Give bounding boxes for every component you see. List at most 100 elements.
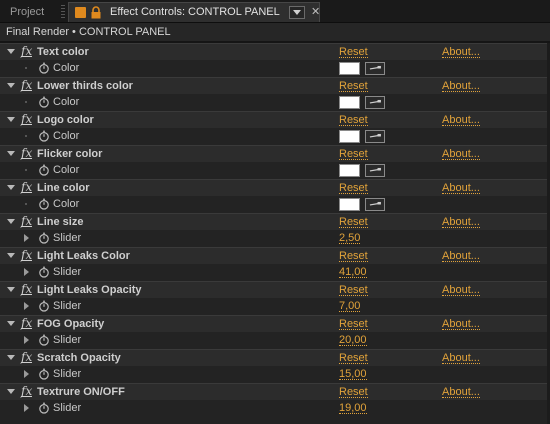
stopwatch-icon[interactable] — [38, 300, 50, 312]
effect-row[interactable]: fx Line color Reset About... — [0, 179, 550, 196]
fx-toggle-icon[interactable]: fx — [21, 146, 33, 161]
property-row[interactable]: Color — [0, 196, 550, 213]
stopwatch-icon[interactable] — [38, 368, 50, 380]
fx-toggle-icon[interactable]: fx — [21, 384, 33, 399]
color-swatch[interactable] — [339, 62, 360, 75]
reset-link[interactable]: Reset — [339, 316, 368, 330]
reset-link[interactable]: Reset — [339, 112, 368, 126]
about-link[interactable]: About... — [442, 384, 480, 398]
reset-link[interactable]: Reset — [339, 248, 368, 262]
about-link[interactable]: About... — [442, 214, 480, 228]
twirl-right-icon[interactable] — [24, 268, 29, 276]
reset-link[interactable]: Reset — [339, 78, 368, 92]
property-row[interactable]: Color — [0, 94, 550, 111]
twirl-down-icon[interactable] — [7, 219, 15, 224]
about-link[interactable]: About... — [442, 180, 480, 194]
stopwatch-icon[interactable] — [38, 130, 50, 142]
fx-toggle-icon[interactable]: fx — [21, 282, 33, 297]
about-link[interactable]: About... — [442, 316, 480, 330]
stopwatch-icon[interactable] — [38, 402, 50, 414]
reset-link[interactable]: Reset — [339, 180, 368, 194]
about-link[interactable]: About... — [442, 44, 480, 58]
fx-toggle-icon[interactable]: fx — [21, 112, 33, 127]
about-link[interactable]: About... — [442, 146, 480, 160]
lock-icon[interactable] — [90, 6, 102, 19]
twirl-down-icon[interactable] — [7, 253, 15, 258]
reset-link[interactable]: Reset — [339, 384, 368, 398]
stopwatch-icon[interactable] — [38, 266, 50, 278]
effect-row[interactable]: fx Line size Reset About... — [0, 213, 550, 230]
twirl-down-icon[interactable] — [7, 151, 15, 156]
reset-link[interactable]: Reset — [339, 146, 368, 160]
eyedropper-icon[interactable] — [365, 96, 385, 109]
twirl-right-icon[interactable] — [24, 234, 29, 242]
twirl-right-icon[interactable] — [24, 336, 29, 344]
twirl-right-icon[interactable] — [24, 404, 29, 412]
about-link[interactable]: About... — [442, 112, 480, 126]
twirl-down-icon[interactable] — [7, 117, 15, 122]
effect-row[interactable]: fx Scratch Opacity Reset About... — [0, 349, 550, 366]
property-row[interactable]: Color — [0, 128, 550, 145]
fx-toggle-icon[interactable]: fx — [21, 350, 33, 365]
effect-row[interactable]: fx Text color Reset About... — [0, 43, 550, 60]
eyedropper-icon[interactable] — [365, 130, 385, 143]
fx-toggle-icon[interactable]: fx — [21, 78, 33, 93]
slider-value[interactable]: 20,00 — [339, 332, 367, 346]
stopwatch-icon[interactable] — [38, 232, 50, 244]
stopwatch-icon[interactable] — [38, 164, 50, 176]
twirl-down-icon[interactable] — [7, 185, 15, 190]
reset-link[interactable]: Reset — [339, 44, 368, 58]
eyedropper-icon[interactable] — [365, 198, 385, 211]
effect-row[interactable]: fx Light Leaks Opacity Reset About... — [0, 281, 550, 298]
stopwatch-icon[interactable] — [38, 96, 50, 108]
property-row[interactable]: Color — [0, 60, 550, 77]
property-row[interactable]: Slider 20,00 — [0, 332, 550, 349]
property-row[interactable]: Slider 19,00 — [0, 400, 550, 417]
tab-project[interactable]: Project — [0, 2, 58, 22]
reset-link[interactable]: Reset — [339, 350, 368, 364]
color-swatch[interactable] — [339, 198, 360, 211]
eyedropper-icon[interactable] — [365, 164, 385, 177]
stopwatch-icon[interactable] — [38, 62, 50, 74]
reset-link[interactable]: Reset — [339, 282, 368, 296]
color-swatch[interactable] — [339, 130, 360, 143]
fx-toggle-icon[interactable]: fx — [21, 248, 33, 263]
twirl-down-icon[interactable] — [7, 389, 15, 394]
fx-toggle-icon[interactable]: fx — [21, 180, 33, 195]
about-link[interactable]: About... — [442, 282, 480, 296]
twirl-right-icon[interactable] — [24, 302, 29, 310]
color-swatch[interactable] — [339, 96, 360, 109]
twirl-down-icon[interactable] — [7, 355, 15, 360]
reset-link[interactable]: Reset — [339, 214, 368, 228]
property-row[interactable]: Color — [0, 162, 550, 179]
slider-value[interactable]: 15,00 — [339, 366, 367, 380]
property-row[interactable]: Slider 41,00 — [0, 264, 550, 281]
close-icon[interactable]: ✕ — [311, 4, 320, 21]
property-row[interactable]: Slider 2,50 — [0, 230, 550, 247]
tab-effect-controls[interactable]: Effect Controls: CONTROL PANEL ✕ — [68, 2, 320, 22]
property-row[interactable]: Slider 15,00 — [0, 366, 550, 383]
effect-row[interactable]: fx FOG Opacity Reset About... — [0, 315, 550, 332]
twirl-down-icon[interactable] — [7, 49, 15, 54]
stopwatch-icon[interactable] — [38, 334, 50, 346]
effect-row[interactable]: fx Lower thirds color Reset About... — [0, 77, 550, 94]
panel-menu-dropdown[interactable] — [289, 6, 305, 19]
tab-grip-handle[interactable] — [61, 5, 65, 19]
fx-toggle-icon[interactable]: fx — [21, 316, 33, 331]
slider-value[interactable]: 41,00 — [339, 264, 367, 278]
twirl-down-icon[interactable] — [7, 83, 15, 88]
effect-row[interactable]: fx Logo color Reset About... — [0, 111, 550, 128]
stopwatch-icon[interactable] — [38, 198, 50, 210]
fx-toggle-icon[interactable]: fx — [21, 44, 33, 59]
fx-toggle-icon[interactable]: fx — [21, 214, 33, 229]
eyedropper-icon[interactable] — [365, 62, 385, 75]
slider-value[interactable]: 7,00 — [339, 298, 361, 312]
about-link[interactable]: About... — [442, 78, 480, 92]
about-link[interactable]: About... — [442, 350, 480, 364]
property-row[interactable]: Slider 7,00 — [0, 298, 550, 315]
twirl-down-icon[interactable] — [7, 321, 15, 326]
twirl-right-icon[interactable] — [24, 370, 29, 378]
effect-row[interactable]: fx Flicker color Reset About... — [0, 145, 550, 162]
color-swatch[interactable] — [339, 164, 360, 177]
slider-value[interactable]: 2,50 — [339, 230, 361, 244]
